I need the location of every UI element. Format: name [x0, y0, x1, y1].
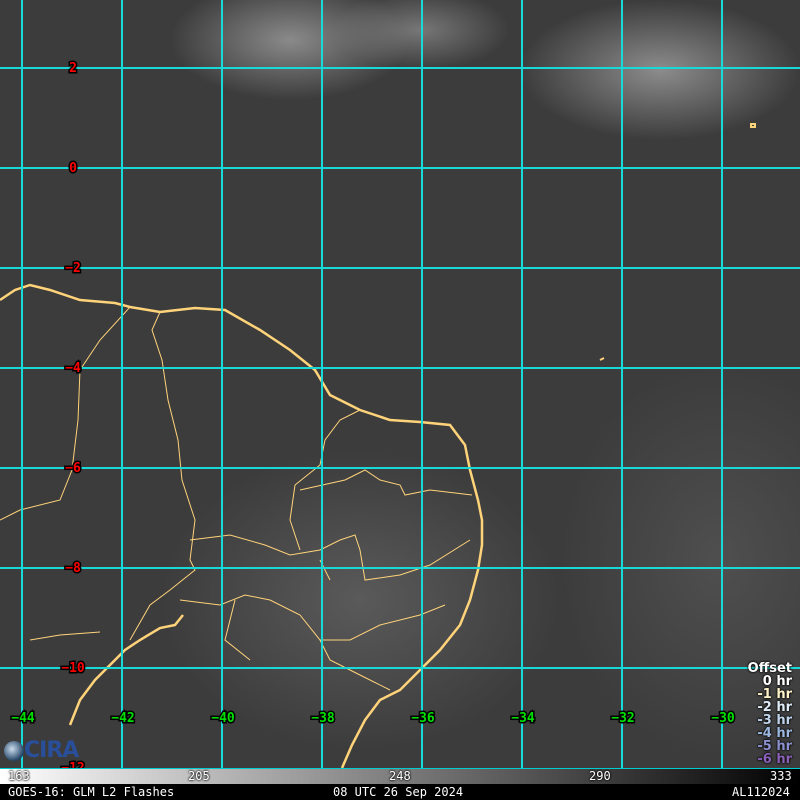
cira-logo: CIRA — [4, 738, 79, 763]
satellite-viewer: −44−42−40−38−36−34−32−3020−2−4−6−8−10−12… — [0, 0, 800, 800]
colorbar-tick: 163 — [8, 769, 30, 783]
island — [599, 123, 756, 361]
colorbar-tick: 205 — [188, 769, 210, 783]
latitude-label: −6 — [65, 461, 81, 476]
latitude-label: −4 — [65, 361, 81, 376]
latitude-label: 0 — [69, 161, 77, 176]
globe-icon — [4, 741, 24, 761]
latitude-label: 2 — [69, 61, 77, 76]
legend-item: -6 hr — [757, 752, 792, 767]
longitude-label: −38 — [311, 711, 335, 726]
longitude-label: −40 — [211, 711, 235, 726]
longitude-label: −34 — [511, 711, 535, 726]
colorbar: 163 205 248 290 333 — [0, 768, 800, 784]
longitude-label: −42 — [111, 711, 134, 726]
latitude-label: −2 — [65, 261, 81, 276]
storm-id: AL112024 — [732, 785, 790, 799]
map-overlay: −44−42−40−38−36−34−32−3020−2−4−6−8−10−12 — [0, 0, 800, 768]
colorbar-tick: 290 — [589, 769, 611, 783]
longitude-label: −30 — [711, 711, 735, 726]
colorbar-tick: 333 — [770, 769, 792, 783]
timestamp: 08 UTC 26 Sep 2024 — [333, 785, 464, 799]
product-title: GOES-16: GLM L2 Flashes — [8, 785, 175, 799]
coastline — [0, 123, 756, 768]
coastline-main — [0, 283, 484, 768]
lat-lon-grid — [0, 0, 800, 768]
latitude-label: −8 — [65, 561, 81, 576]
longitude-label: −44 — [11, 711, 35, 726]
offset-legend: Offset 0 hr -1 hr -2 hr -3 hr -4 hr -5 hr -6 h… — [748, 662, 792, 766]
longitude-label: −32 — [611, 711, 634, 726]
footer-bar: GOES-16: GLM L2 Flashes 08 UTC 26 Sep 20… — [0, 784, 800, 800]
colorbar-tick: 248 — [389, 769, 411, 783]
longitude-label: −36 — [411, 711, 435, 726]
latitude-label: −10 — [61, 661, 85, 676]
coastline-west — [68, 614, 184, 726]
